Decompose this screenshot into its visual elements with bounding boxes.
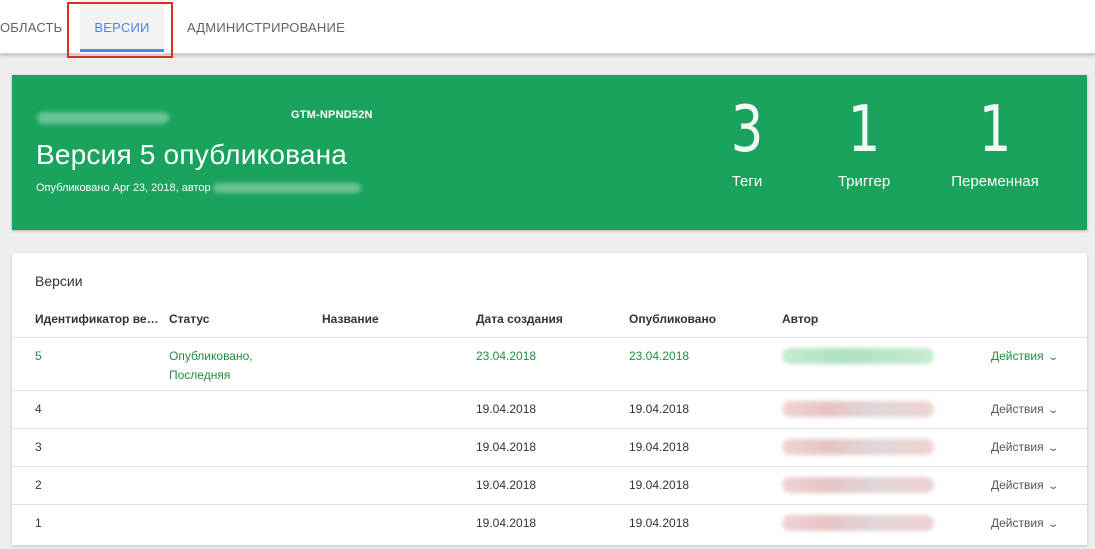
tab-versions[interactable]: ВЕРСИИ — [80, 0, 164, 54]
version-id[interactable]: 3 — [35, 440, 42, 454]
actions-label: Действия — [991, 402, 1044, 416]
version-published: 19.04.2018 — [629, 478, 690, 492]
chevron-down-icon: ⌄ — [1046, 443, 1059, 454]
table-row[interactable]: 4 19.04.2018 19.04.2018 Действия ⌄ — [12, 391, 1087, 429]
version-created: 19.04.2018 — [476, 516, 537, 530]
top-tab-bar: ОБЛАСТЬ ВЕРСИИ АДМИНИСТРИРОВАНИЕ — [0, 0, 1095, 54]
actions-label: Действия — [991, 516, 1044, 530]
redacted-author — [782, 348, 934, 364]
col-header-author[interactable]: Автор — [782, 312, 818, 326]
stat-variables-count: 1 — [978, 93, 1012, 167]
stat-variables[interactable]: 1 Переменная — [942, 97, 1048, 190]
version-id[interactable]: 2 — [35, 478, 42, 492]
actions-label: Действия — [991, 440, 1044, 454]
stat-triggers-label: Триггер — [837, 173, 891, 190]
version-status: Опубликовано, Последняя — [169, 349, 253, 382]
redacted-account-name — [37, 112, 169, 124]
version-id[interactable]: 1 — [35, 516, 42, 530]
stat-tags-count: 3 — [730, 93, 764, 167]
version-created: 19.04.2018 — [476, 402, 537, 416]
container-id: GTM-NPND52N — [291, 109, 373, 121]
version-published: 19.04.2018 — [629, 516, 690, 530]
version-title: Версия 5 опубликована — [36, 139, 348, 170]
version-summary-banner: GTM-NPND52N Версия 5 опубликована Опубли… — [12, 75, 1087, 230]
table-row[interactable]: 2 19.04.2018 19.04.2018 Действия ⌄ — [12, 467, 1087, 505]
versions-card-title: Версии — [35, 273, 83, 289]
chevron-down-icon: ⌄ — [1046, 405, 1059, 416]
redacted-author — [782, 439, 934, 455]
version-id[interactable]: 5 — [35, 349, 42, 363]
version-created: 19.04.2018 — [476, 440, 537, 454]
version-published: 19.04.2018 — [629, 402, 690, 416]
tab-admin[interactable]: АДМИНИСТРИРОВАНИЕ — [187, 0, 387, 54]
actions-label: Действия — [991, 478, 1044, 492]
stat-tags[interactable]: 3 Теги — [712, 97, 782, 190]
tab-workspace[interactable]: ОБЛАСТЬ — [0, 0, 62, 54]
version-id[interactable]: 4 — [35, 402, 42, 416]
stat-triggers-count: 1 — [847, 93, 881, 167]
chevron-down-icon: ⌄ — [1046, 352, 1059, 363]
stat-triggers[interactable]: 1 Триггер — [824, 97, 904, 190]
actions-menu[interactable]: Действия ⌄ — [991, 402, 1059, 416]
actions-menu[interactable]: Действия ⌄ — [991, 440, 1059, 454]
actions-menu[interactable]: Действия ⌄ — [991, 516, 1059, 530]
actions-label: Действия — [991, 349, 1044, 363]
version-created: 19.04.2018 — [476, 478, 537, 492]
stat-variables-label: Переменная — [951, 173, 1039, 190]
col-header-name[interactable]: Название — [322, 312, 379, 326]
table-row[interactable]: 5 Опубликовано, Последняя 23.04.2018 23.… — [12, 338, 1087, 391]
col-header-id[interactable]: Идентификатор вер… — [35, 312, 163, 326]
redacted-author — [782, 401, 934, 417]
published-info: Опубликовано Apr 23, 2018, автор — [36, 182, 361, 194]
table-row[interactable]: 1 19.04.2018 19.04.2018 Действия ⌄ — [12, 505, 1087, 543]
actions-menu[interactable]: Действия ⌄ — [991, 478, 1059, 492]
published-prefix: Опубликовано Apr 23, 2018, автор — [36, 182, 211, 194]
versions-card: Версии Идентификатор вер… Статус Названи… — [12, 253, 1087, 545]
redacted-author — [782, 477, 934, 493]
version-published: 19.04.2018 — [629, 440, 690, 454]
col-header-created[interactable]: Дата создания — [476, 312, 563, 326]
table-row[interactable]: 3 19.04.2018 19.04.2018 Действия ⌄ — [12, 429, 1087, 467]
version-created: 23.04.2018 — [476, 349, 537, 363]
chevron-down-icon: ⌄ — [1046, 481, 1059, 492]
col-header-published[interactable]: Опубликовано — [629, 312, 716, 326]
col-header-status[interactable]: Статус — [169, 312, 209, 326]
version-published: 23.04.2018 — [629, 349, 690, 363]
chevron-down-icon: ⌄ — [1046, 519, 1059, 530]
redacted-author — [212, 183, 361, 194]
stat-tags-label: Теги — [731, 173, 763, 190]
redacted-author — [782, 515, 934, 531]
actions-menu[interactable]: Действия ⌄ — [991, 349, 1059, 363]
